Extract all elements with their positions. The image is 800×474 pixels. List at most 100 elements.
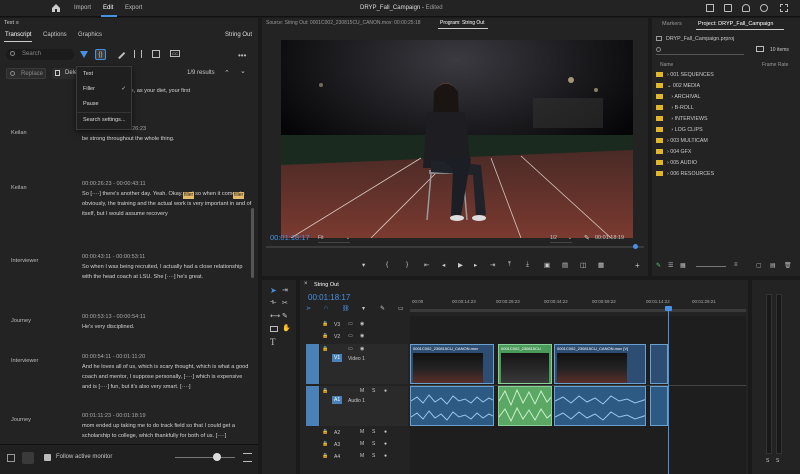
tab-import[interactable]: Import	[74, 5, 91, 11]
timeline-timecode[interactable]: 00:01:18:17	[308, 293, 350, 302]
solo-button[interactable]: S	[372, 441, 375, 447]
workspace-icon[interactable]	[724, 4, 732, 12]
zoom-slider-handle[interactable]	[213, 453, 221, 461]
transcript-scrollbar[interactable]	[251, 208, 254, 278]
add-button-icon[interactable]: +	[635, 261, 640, 270]
razor-icon[interactable]: ✂	[282, 299, 288, 307]
notification-icon[interactable]	[742, 4, 750, 12]
solo-button[interactable]: S	[372, 388, 375, 394]
go-to-out-icon[interactable]: ⇥	[490, 261, 495, 269]
pen-tool-icon[interactable]: ✎	[282, 312, 288, 320]
slip-tool-icon[interactable]: ⟷	[270, 312, 280, 320]
sync-lock-icon[interactable]: ▭	[348, 321, 353, 327]
sequence-tab[interactable]: String Out	[314, 282, 339, 288]
add-marker-icon[interactable]: ▾	[362, 261, 365, 269]
a1-source-patch[interactable]	[306, 386, 319, 426]
home-icon[interactable]	[52, 4, 60, 12]
playhead-handle[interactable]	[665, 306, 672, 311]
search-input[interactable]: Search	[22, 51, 41, 57]
tab-graphics[interactable]: Graphics	[78, 32, 102, 38]
mic-icon[interactable]: ●	[384, 429, 387, 435]
menu-item-text[interactable]: Text	[77, 67, 131, 82]
solo-button[interactable]: S	[372, 429, 375, 435]
fit-dropdown[interactable]: Fit ⌄	[318, 234, 350, 243]
settings-icon[interactable]	[243, 453, 252, 462]
tab-edit[interactable]: Edit	[103, 5, 113, 11]
filter-options-button[interactable]: {}	[95, 49, 106, 60]
mute-button[interactable]: M	[360, 388, 364, 394]
type-tool-icon[interactable]: T	[270, 337, 276, 347]
pen-icon[interactable]	[118, 52, 126, 60]
resolution-dropdown[interactable]: 1/2 ⌄	[550, 234, 572, 243]
go-to-in-icon[interactable]: ⇤	[424, 261, 429, 269]
filler-highlight[interactable]: filler	[233, 192, 245, 199]
project-tab[interactable]: Project: DRYP_Fall_Campaign	[698, 21, 773, 27]
merge-icon[interactable]	[152, 50, 160, 58]
close-icon[interactable]: ×	[304, 281, 308, 287]
follow-checkbox[interactable]	[44, 454, 51, 461]
solo-left-icon[interactable]: S	[766, 458, 769, 464]
delete-button[interactable]: Dele	[52, 68, 78, 79]
sort-icon[interactable]: ≡	[734, 262, 738, 268]
safe-margins-icon[interactable]: ▦	[598, 261, 604, 269]
lock-icon[interactable]: 🔒	[322, 388, 328, 394]
sync-lock-icon[interactable]: ▭	[348, 346, 353, 352]
icon-view-icon[interactable]: ▦	[680, 262, 686, 269]
list-item[interactable]: › 005 AUDIO	[656, 158, 800, 168]
track-a4[interactable]: 🔒 A4 M S ●	[320, 452, 408, 462]
mic-icon[interactable]: ●	[384, 388, 387, 394]
source-monitor-tab[interactable]: Source: String Out: 0001C002_230815CU_CA…	[266, 18, 421, 29]
step-back-icon[interactable]: ◂	[442, 261, 445, 269]
mic-icon[interactable]: ●	[384, 441, 387, 447]
lock-icon[interactable]: 🔒	[322, 321, 328, 327]
track-v3[interactable]: 🔒 V3 ▭ ◉	[320, 320, 408, 330]
transcript-segment[interactable]: Interviewer 00:00:54:11 - 00:01:11:20 An…	[0, 352, 256, 402]
snap-icon[interactable]: ∩	[324, 305, 328, 311]
video-clip[interactable]: 0001C002_230815CU_CANON.mov	[410, 344, 494, 384]
pencil-icon[interactable]: ✎	[656, 262, 661, 269]
transcript-segment[interactable]: Journey 00:00:53:13 - 00:00:54:11 He's v…	[0, 312, 256, 334]
selection-tool-icon[interactable]: ➤	[270, 286, 277, 295]
playhead-marker[interactable]	[633, 244, 638, 249]
vr-icon[interactable]: ◫	[580, 261, 586, 269]
track-select-icon[interactable]: ⇥	[282, 286, 288, 294]
video-frame[interactable]	[281, 40, 633, 238]
list-item[interactable]: › 006 RESOURCES	[656, 169, 800, 179]
filler-highlight[interactable]: filler	[183, 192, 195, 199]
extract-icon[interactable]: ⤓	[526, 261, 529, 269]
search-box[interactable]: Search	[6, 49, 74, 60]
track-a1[interactable]: A1 🔒 M S ● Audio 1	[320, 386, 408, 426]
menu-item-search-settings[interactable]: Search settings...	[77, 112, 131, 127]
v1-source-patch[interactable]	[306, 344, 319, 384]
export-icon[interactable]	[7, 454, 15, 462]
thumbnail-size-slider[interactable]	[696, 266, 726, 267]
replace-button[interactable]: Replace	[6, 68, 46, 79]
mute-button[interactable]: M	[360, 429, 364, 435]
track-a3[interactable]: 🔒 A3 M S ●	[320, 440, 408, 450]
trash-icon[interactable]: 🗑	[784, 262, 792, 269]
audio-clip[interactable]	[410, 386, 494, 426]
track-v1[interactable]: V1 🔒 ▭ ◉ Video 1	[320, 344, 408, 384]
col-frame-rate[interactable]: Frame Rate	[762, 62, 788, 68]
grid-view-icon[interactable]	[22, 452, 34, 464]
work-area-bar[interactable]	[410, 309, 746, 312]
program-timecode[interactable]: 00:01:18:17	[270, 233, 310, 242]
timeline-playhead[interactable]	[668, 308, 669, 474]
lock-icon[interactable]: 🔒	[322, 441, 328, 447]
comparison-icon[interactable]: ▤	[562, 261, 568, 269]
track-a2[interactable]: 🔒 A2 M S ●	[320, 428, 408, 438]
transcript-segment[interactable]: Keilan 00:00:25:18 - 00:00:26:23 be stro…	[0, 124, 256, 164]
transcript-segment[interactable]: Keilan 00:00:26:23 - 00:00:43:11 So [···…	[0, 179, 256, 239]
mute-button[interactable]: M	[360, 441, 364, 447]
tab-transcript[interactable]: Transcript	[5, 32, 31, 38]
audio-clip[interactable]	[554, 386, 646, 426]
zoom-slider[interactable]	[175, 457, 235, 458]
filter-icon[interactable]	[80, 51, 88, 58]
menu-item-pause[interactable]: Pause	[77, 97, 131, 112]
ripple-edit-icon[interactable]: ⟛	[270, 299, 276, 307]
wrench-icon[interactable]: ✎	[584, 234, 590, 242]
eye-icon[interactable]: ◉	[360, 346, 364, 352]
list-item[interactable]: › 003 MULTICAM	[656, 136, 800, 146]
mute-button[interactable]: M	[360, 453, 364, 459]
list-item[interactable]: › LOG CLIPS	[656, 125, 800, 135]
